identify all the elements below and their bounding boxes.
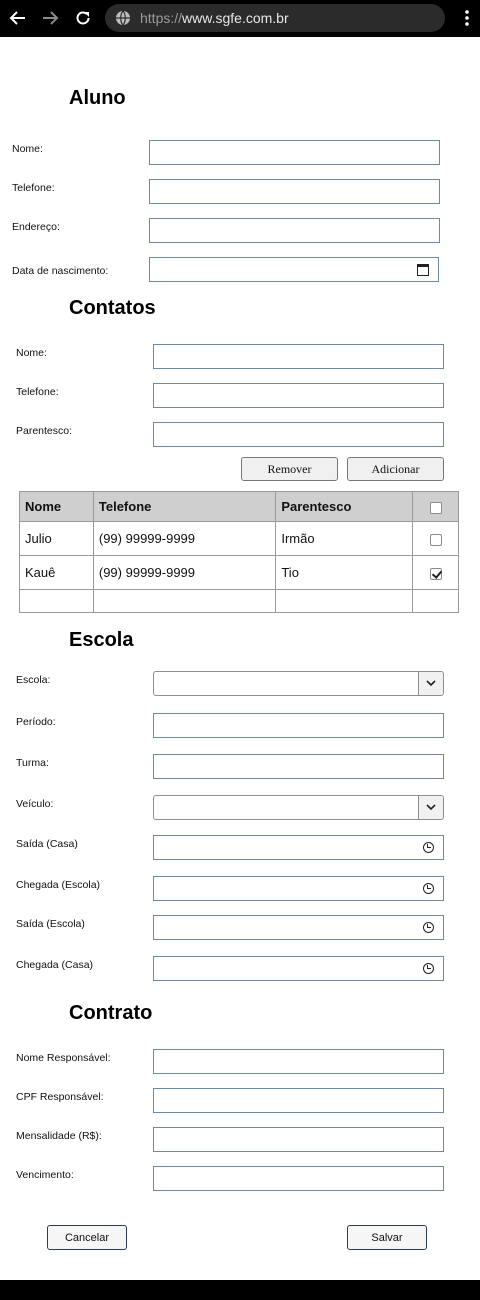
table-row-empty [19,589,459,613]
turma-input[interactable] [153,754,444,779]
aluno-nascimento-label: Data de nascimento: [12,265,109,277]
turma-label: Turma: [16,757,49,769]
clock-icon[interactable] [423,963,434,974]
aluno-telefone-label: Telefone: [12,182,55,194]
chegada-escola-time-input[interactable] [153,876,444,901]
veiculo-select-button[interactable] [418,796,443,819]
adicionar-button[interactable]: Adicionar [347,457,444,481]
column-header-telefone: Telefone [92,491,277,522]
reload-icon [76,11,90,25]
cancelar-button[interactable]: Cancelar [47,1225,127,1250]
row-checkbox[interactable] [429,533,442,546]
globe-icon [116,10,130,26]
chegada-escola-label: Chegada (Escola) [16,879,101,891]
cell-parentesco: Tio [275,555,414,590]
contato-nome-input[interactable] [153,344,444,369]
section-title-escola: Escola [69,629,134,651]
chegada-casa-label: Chegada (Casa) [16,959,94,971]
aluno-nome-input[interactable] [149,140,440,165]
table-row: Julio (99) 99999-9999 Irmão [19,521,459,556]
escola-select-button[interactable] [418,672,443,695]
salvar-button[interactable]: Salvar [347,1225,427,1250]
mensalidade-input[interactable] [153,1127,444,1152]
remover-button[interactable]: Remover [241,457,338,481]
column-header-parentesco: Parentesco [275,491,414,522]
browser-toolbar: https://www.sgfe.com.br [0,0,480,37]
section-title-contrato: Contrato [69,1002,153,1024]
aluno-endereco-label: Endereço: [12,221,60,233]
url-text: https://www.sgfe.com.br [140,10,289,26]
section-title-aluno: Aluno [69,87,126,109]
cell-telefone: (99) 99999-9999 [92,555,277,590]
contato-telefone-input[interactable] [153,383,444,408]
vencimento-input[interactable] [153,1166,444,1191]
section-title-contatos: Contatos [69,297,156,319]
cell-select [412,555,459,590]
table-header-row: Nome Telefone Parentesco [19,491,459,522]
periodo-input[interactable] [153,713,444,738]
bottom-bar [0,1280,480,1300]
vencimento-label: Vencimento: [16,1169,74,1181]
escola-label: Escola: [16,674,51,686]
cell-parentesco: Irmão [275,521,414,556]
calendar-icon[interactable] [417,264,429,276]
mensalidade-label: Mensalidade (R$): [16,1130,102,1142]
column-header-select [412,491,459,522]
periodo-label: Período: [16,716,56,728]
escola-select[interactable] [153,671,444,696]
row-checkbox[interactable] [429,567,442,580]
browser-menu-button[interactable] [458,6,476,30]
veiculo-label: Veículo: [16,798,54,810]
veiculo-select[interactable] [153,795,444,820]
clock-icon[interactable] [423,922,434,933]
clock-icon[interactable] [423,883,434,894]
nome-responsavel-input[interactable] [153,1049,444,1074]
cpf-responsavel-input[interactable] [153,1088,444,1113]
forward-button[interactable] [38,6,62,30]
contatos-table: Nome Telefone Parentesco Julio (99) 9999… [19,491,459,613]
contato-telefone-label: Telefone: [16,386,59,398]
aluno-nascimento-date-input[interactable] [149,257,439,282]
chevron-down-icon [426,680,436,687]
cell-nome: Kauê [19,555,94,590]
contato-parentesco-label: Parentesco: [16,425,73,437]
address-bar[interactable]: https://www.sgfe.com.br [105,4,445,32]
back-button[interactable] [6,6,30,30]
select-all-checkbox[interactable] [429,501,442,514]
chevron-down-icon [426,804,436,811]
cell-select [412,521,459,556]
saida-casa-time-input[interactable] [153,835,444,860]
clock-icon[interactable] [423,842,434,853]
aluno-nome-label: Nome: [12,143,43,155]
cell-telefone: (99) 99999-9999 [92,521,277,556]
chegada-casa-time-input[interactable] [153,956,444,981]
saida-casa-label: Saída (Casa) [16,838,78,850]
aluno-telefone-input[interactable] [149,179,440,204]
cpf-responsavel-label: CPF Responsável: [16,1091,104,1103]
column-header-nome: Nome [19,491,94,522]
reload-button[interactable] [71,6,95,30]
forward-arrow-icon [43,11,59,25]
nome-responsavel-label: Nome Responsável: [16,1052,111,1064]
table-row: Kauê (99) 99999-9999 Tio [19,555,459,590]
cell-nome: Julio [19,521,94,556]
saida-escola-time-input[interactable] [153,915,444,940]
more-vertical-icon [465,10,469,26]
saida-escola-label: Saída (Escola) [16,918,85,930]
aluno-endereco-input[interactable] [149,218,440,243]
contato-parentesco-input[interactable] [153,422,444,447]
back-arrow-icon [9,11,25,25]
contato-nome-label: Nome: [16,347,47,359]
